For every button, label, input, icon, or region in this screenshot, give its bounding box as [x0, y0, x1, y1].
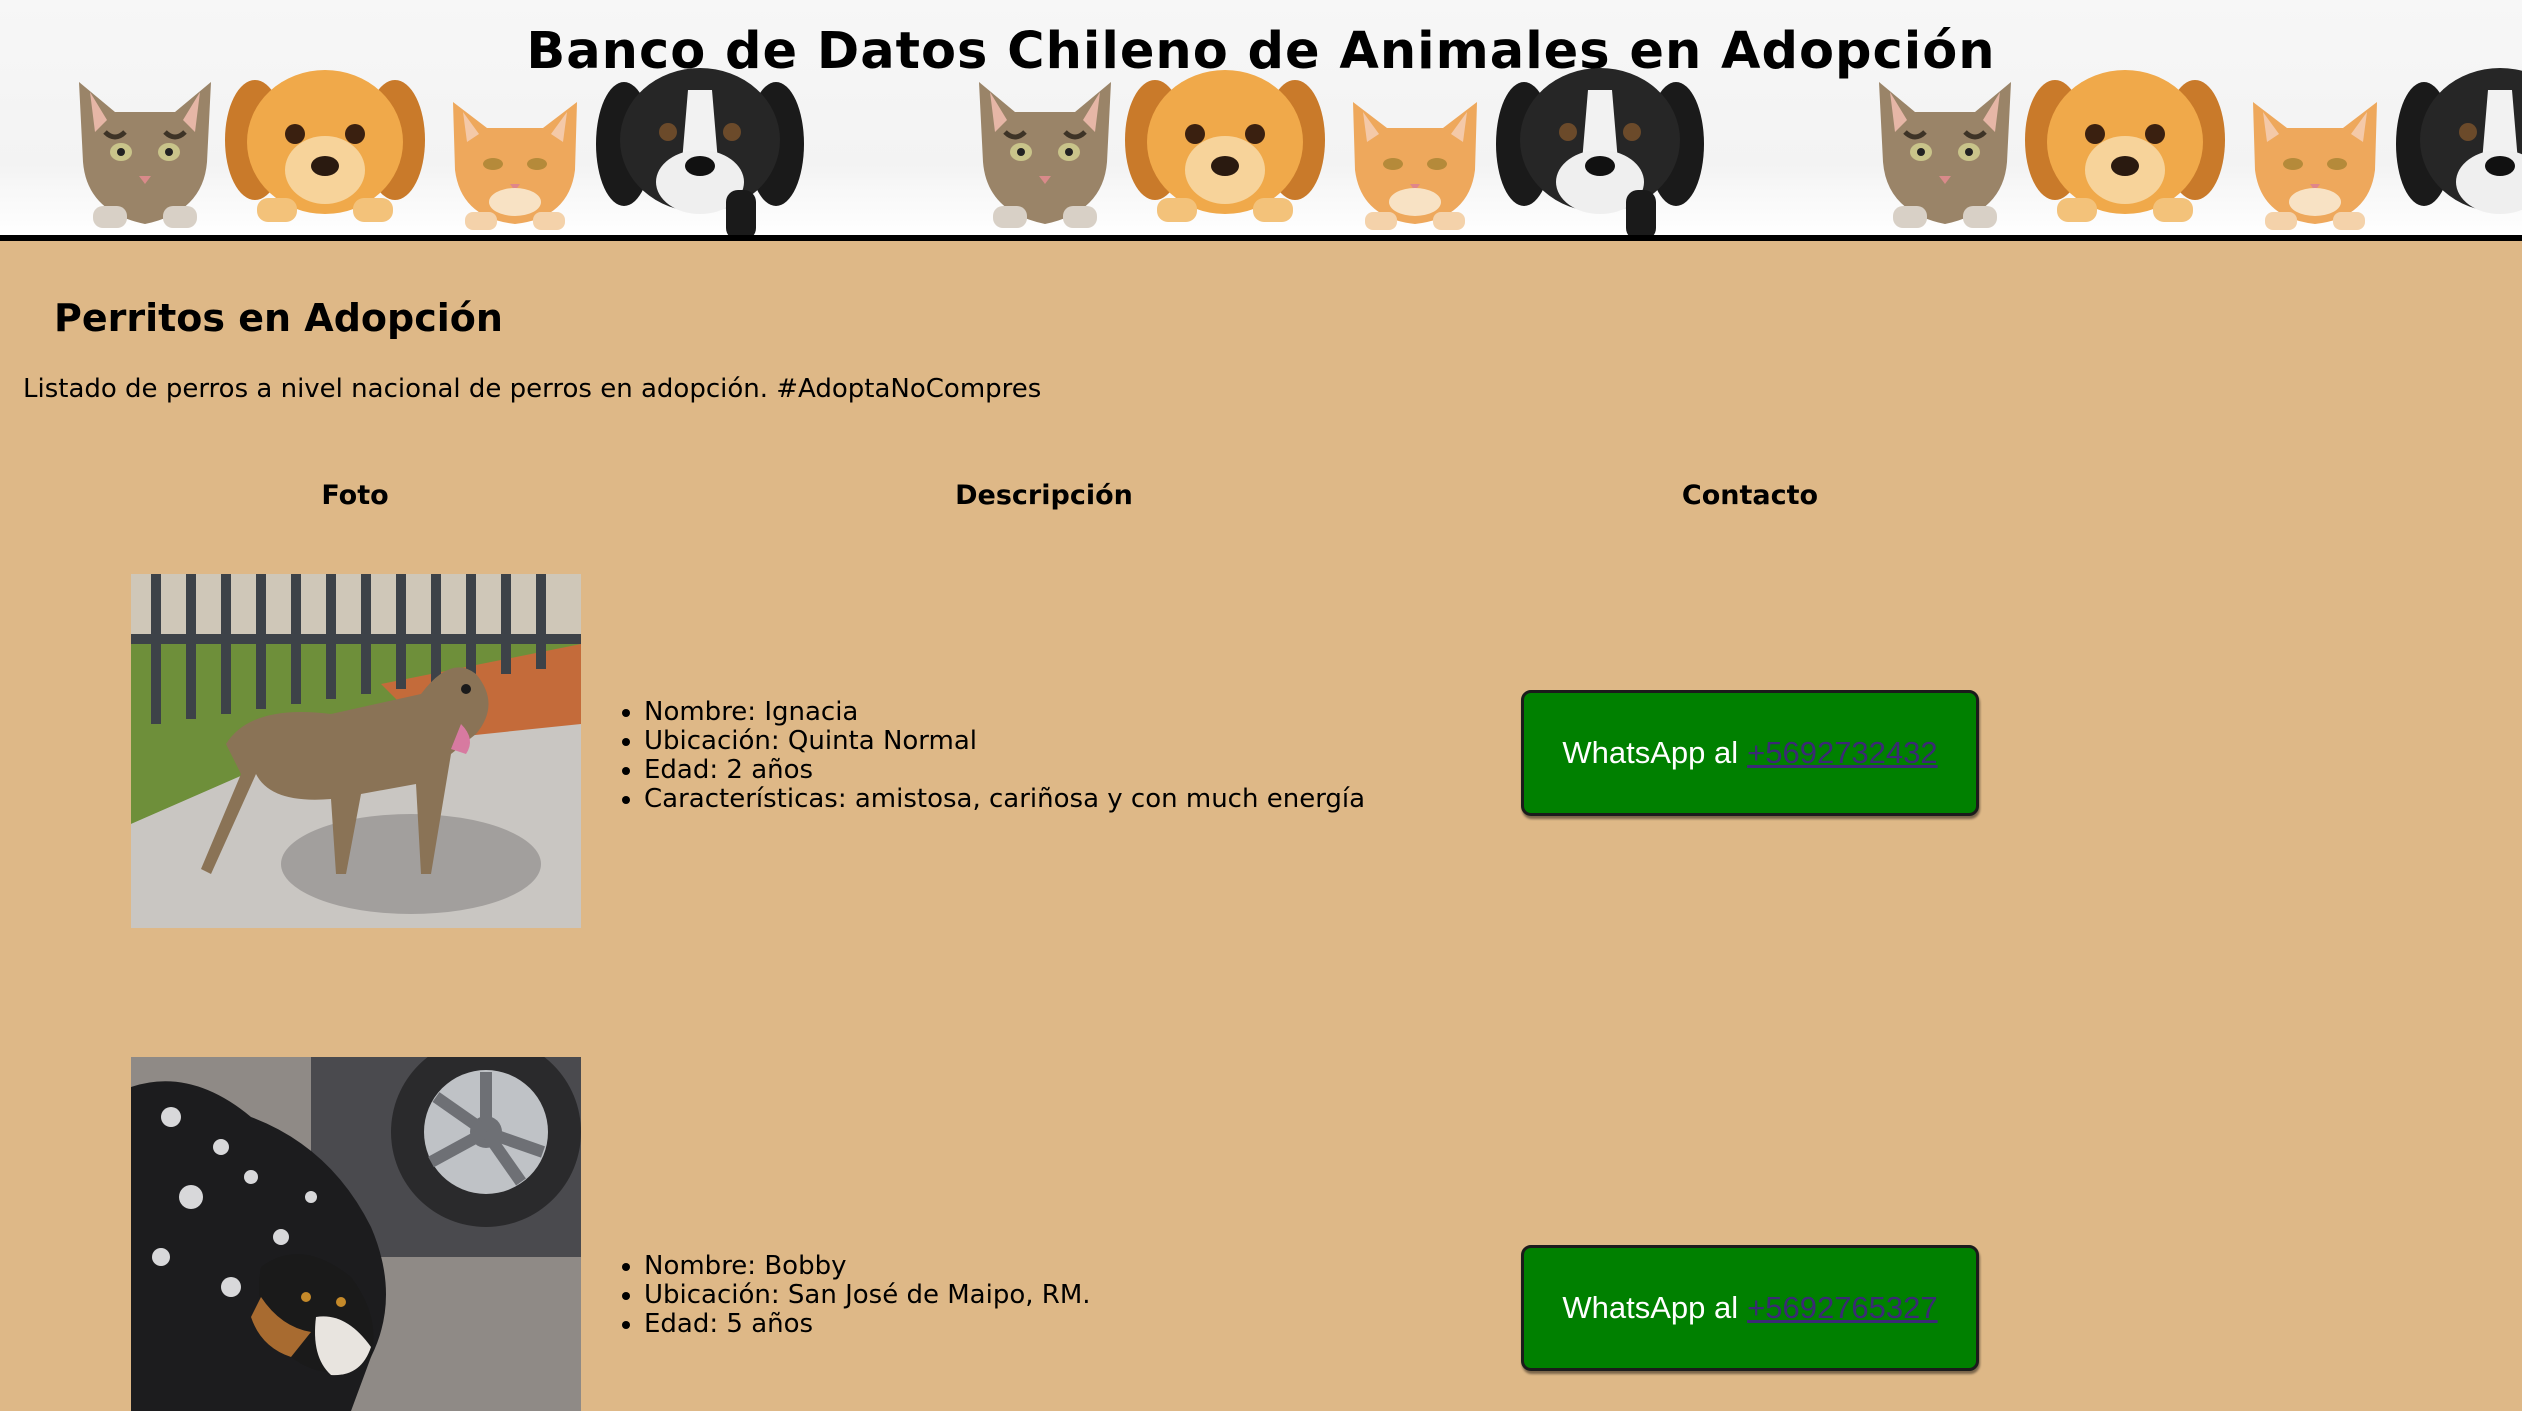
dog-name: Nombre: Bobby: [644, 1252, 1091, 1281]
whatsapp-phone-link[interactable]: +5692765327: [1747, 1290, 1938, 1326]
intro-text: Listado de perros a nivel nacional de pe…: [23, 374, 1042, 404]
dog-name: Nombre: Ignacia: [644, 698, 1365, 727]
dog-location: Ubicación: Quinta Normal: [644, 727, 1365, 756]
dog-traits: Características: amistosa, cariñosa y co…: [644, 785, 1365, 814]
column-header-descripcion: Descripción: [955, 480, 1133, 511]
dog-location: Ubicación: San José de Maipo, RM.: [644, 1281, 1091, 1310]
pets-banner-image: [0, 60, 2522, 235]
dog-age: Edad: 2 años: [644, 756, 1365, 785]
dog-age: Edad: 5 años: [644, 1310, 1091, 1339]
whatsapp-label: WhatsApp al: [1562, 735, 1739, 770]
dog-photo-ignacia: [131, 574, 581, 928]
column-header-contacto: Contacto: [1681, 480, 1819, 511]
whatsapp-phone-link[interactable]: +5692732432: [1747, 735, 1938, 771]
header-banner: Banco de Datos Chileno de Animales en Ad…: [0, 0, 2522, 241]
site-title: Banco de Datos Chileno de Animales en Ad…: [526, 22, 1996, 81]
column-header-foto: Foto: [321, 480, 389, 511]
whatsapp-contact-button[interactable]: WhatsApp al +5692765327: [1521, 1245, 1979, 1371]
dog-description-list: Nombre: Bobby Ubicación: San José de Mai…: [620, 1252, 1091, 1339]
whatsapp-label: WhatsApp al: [1562, 1290, 1739, 1325]
dog-description-list: Nombre: Ignacia Ubicación: Quinta Normal…: [620, 698, 1365, 814]
dog-photo-bobby: [131, 1057, 581, 1411]
whatsapp-contact-button[interactable]: WhatsApp al +5692732432: [1521, 690, 1979, 816]
page-title: Perritos en Adopción: [54, 296, 503, 340]
